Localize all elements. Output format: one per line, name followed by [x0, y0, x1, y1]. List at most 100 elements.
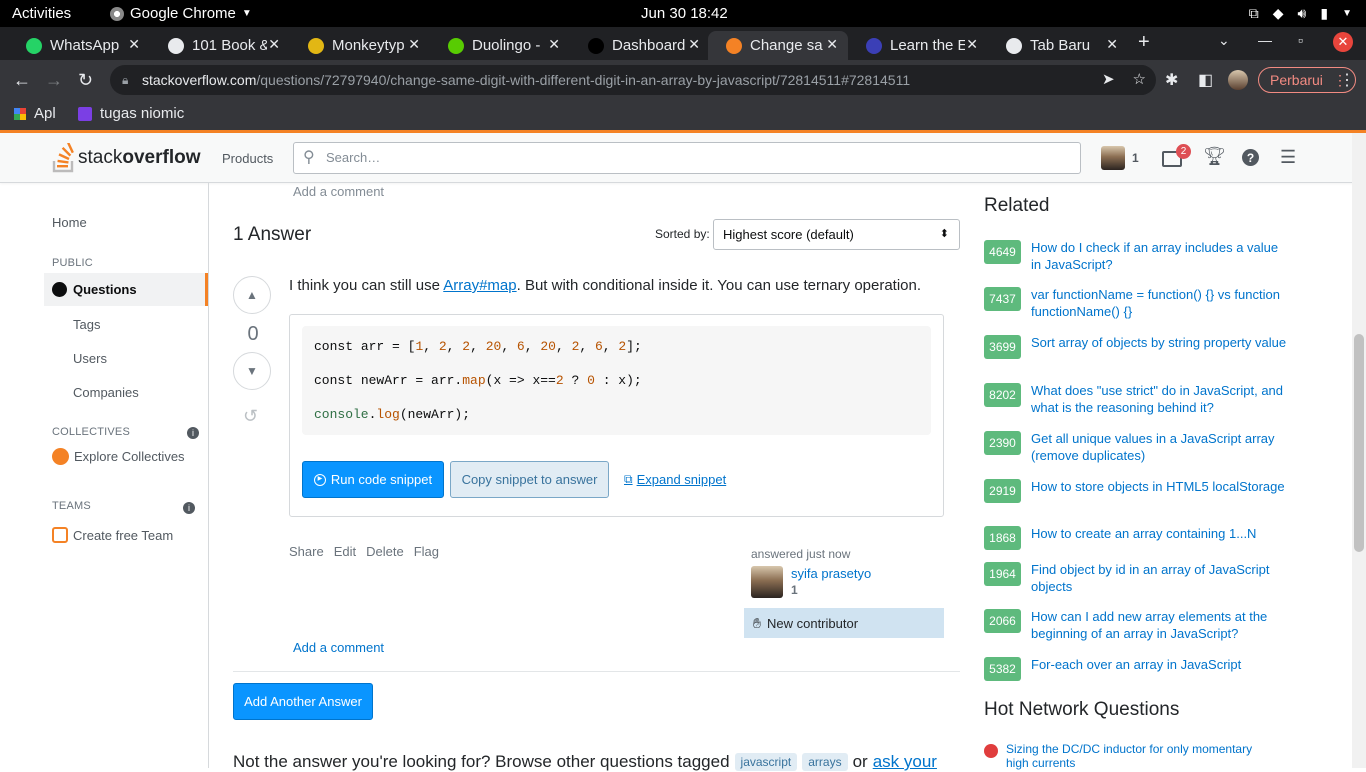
- tag-arrays[interactable]: arrays: [802, 753, 848, 771]
- new-tab-button[interactable]: +: [1138, 31, 1150, 54]
- close-tab-icon[interactable]: ✕: [408, 36, 420, 53]
- app-menu[interactable]: Google Chrome ▼: [110, 5, 252, 22]
- tab-8[interactable]: Tab Baru ✕: [988, 31, 1128, 60]
- address-bar[interactable]: 🔒︎ stackoverflow.com/questions/72797940/…: [110, 65, 1156, 95]
- ask-question-link[interactable]: ask your: [873, 752, 937, 772]
- side-panel-icon[interactable]: ◧: [1198, 70, 1213, 90]
- add-comment-link[interactable]: Add a comment: [293, 640, 384, 655]
- edit-link[interactable]: Edit: [334, 544, 356, 559]
- battery-icon: ▮: [1320, 5, 1329, 21]
- tab-1[interactable]: WhatsApp ✕: [8, 31, 150, 60]
- new-contributor-badge[interactable]: ✋︎ New contributor: [744, 608, 944, 638]
- profile-avatar[interactable]: [1228, 70, 1248, 90]
- minimize-button[interactable]: —: [1258, 32, 1272, 48]
- copy-snippet-label: Copy snippet to answer: [461, 472, 598, 487]
- info-icon[interactable]: i: [187, 427, 199, 439]
- nav-tags[interactable]: Tags: [73, 317, 100, 332]
- nav-explore-collectives[interactable]: Explore Collectives: [52, 448, 185, 465]
- array-map-link[interactable]: Array#map: [443, 277, 516, 294]
- achievements-icon[interactable]: 🏆︎: [1203, 146, 1226, 167]
- activities-button[interactable]: Activities: [12, 5, 71, 22]
- search-input[interactable]: ⚲ Search…: [293, 142, 1081, 174]
- duolingo-icon: [448, 37, 464, 54]
- delete-link[interactable]: Delete: [366, 544, 404, 559]
- nav-create-team[interactable]: Create free Team: [52, 527, 173, 543]
- update-button[interactable]: Perbarui ⋮: [1258, 67, 1356, 93]
- share-link[interactable]: Share: [289, 544, 324, 559]
- back-icon[interactable]: ←: [13, 70, 31, 91]
- related-question[interactable]: 3699 Sort array of objects by string prop…: [984, 335, 1304, 359]
- help-icon[interactable]: ?: [1242, 149, 1259, 166]
- answerer-name[interactable]: syifa prasetyo: [791, 566, 871, 581]
- collectives-icon: [52, 448, 69, 465]
- reload-icon[interactable]: ↻: [78, 70, 93, 91]
- code-block[interactable]: const arr = [1, 2, 2, 20, 6, 20, 2, 6, 2…: [302, 326, 931, 435]
- flag-link[interactable]: Flag: [414, 544, 439, 559]
- nav-companies[interactable]: Companies: [73, 385, 139, 400]
- tab-2[interactable]: 101 Book & ✕: [150, 31, 290, 60]
- so-logo[interactable]: stack overflow: [52, 143, 200, 173]
- profile-link[interactable]: 1: [1101, 146, 1139, 170]
- close-tab-icon[interactable]: ✕: [128, 36, 140, 53]
- related-question[interactable]: 2066 How can I add new array elements at …: [984, 609, 1304, 642]
- tab-search-icon[interactable]: ⌄: [1218, 32, 1230, 49]
- nav-questions[interactable]: Questions: [44, 273, 208, 306]
- close-tab-icon[interactable]: ✕: [548, 36, 560, 53]
- related-question[interactable]: 2919 How to store objects in HTML5 localS…: [984, 479, 1304, 503]
- code-line: const newArr = arr.map(x => x==2 ? 0 : x…: [314, 373, 642, 388]
- add-comment-link-top[interactable]: Add a comment: [293, 184, 384, 199]
- sort-select[interactable]: Highest score (default) ⬍: [713, 219, 960, 250]
- tab-5[interactable]: Dashboard ✕: [570, 31, 710, 60]
- tag-javascript[interactable]: javascript: [734, 753, 798, 771]
- related-question[interactable]: 2390 Get all unique values in a JavaScrip…: [984, 431, 1304, 464]
- bookmark-apps[interactable]: Apl: [14, 105, 56, 122]
- so-header: stack overflow Products ⚲ Search… 1 2 🏆︎ …: [0, 133, 1366, 183]
- tab-4[interactable]: Duolingo - ✕: [430, 31, 570, 60]
- play-icon: ▶: [313, 473, 326, 486]
- scrollbar-thumb[interactable]: [1354, 334, 1364, 552]
- close-tab-icon[interactable]: ✕: [966, 36, 978, 53]
- related-question[interactable]: 1964 Find object by id in an array of Jav…: [984, 562, 1304, 595]
- expand-snippet-link[interactable]: ⧉ Expand snippet: [624, 472, 726, 487]
- history-icon[interactable]: ↺: [243, 406, 258, 427]
- hot-question-item[interactable]: Sizing the DC/DC inductor for only momen…: [984, 742, 1256, 770]
- expand-snippet-label: Expand snippet: [636, 472, 727, 487]
- add-another-answer-button[interactable]: Add Another Answer: [233, 683, 373, 720]
- related-question[interactable]: 8202 What does "use strict" do in JavaScr…: [984, 383, 1304, 416]
- tab-6[interactable]: Change sa ✕: [708, 31, 848, 60]
- bookmark-tugas-niomic[interactable]: tugas niomic: [78, 105, 184, 122]
- products-link[interactable]: Products: [222, 151, 273, 166]
- maximize-button[interactable]: ▫: [1298, 32, 1303, 48]
- related-question[interactable]: 1868 How to create an array containing 1.…: [984, 526, 1304, 550]
- close-tab-icon[interactable]: ✕: [268, 36, 280, 53]
- info-icon[interactable]: i: [183, 502, 195, 514]
- answerer-avatar[interactable]: [751, 566, 783, 598]
- upvote-button[interactable]: ▲: [233, 276, 271, 314]
- close-window-button[interactable]: ✕: [1333, 32, 1353, 52]
- nav-home[interactable]: Home: [52, 215, 87, 230]
- clock[interactable]: Jun 30 18:42: [641, 5, 731, 22]
- related-question[interactable]: 7437 var functionName = function() {} vs …: [984, 287, 1304, 320]
- extensions-icon[interactable]: ✱: [1165, 70, 1178, 90]
- reputation-count: 1: [1132, 151, 1139, 165]
- address-path: /questions/72797940/change-same-digit-wi…: [256, 72, 911, 88]
- downvote-button[interactable]: ▼: [233, 352, 271, 390]
- bookmark-star-icon[interactable]: ☆: [1133, 65, 1146, 95]
- close-tab-icon[interactable]: ✕: [826, 36, 838, 53]
- tab-7[interactable]: Learn the E ✕: [848, 31, 988, 60]
- run-snippet-button[interactable]: ▶ Run code snippet: [302, 461, 444, 498]
- forward-icon[interactable]: →: [45, 70, 63, 91]
- send-icon[interactable]: ➤: [1102, 65, 1115, 95]
- inbox-button[interactable]: 2: [1162, 144, 1191, 170]
- copy-snippet-button[interactable]: Copy snippet to answer: [450, 461, 609, 498]
- related-question[interactable]: 5382 For-each over an array in JavaScript: [984, 657, 1304, 681]
- related-question[interactable]: 4649 How do I check if an array includes …: [984, 240, 1304, 273]
- tab-3[interactable]: Monkeytyp ✕: [290, 31, 430, 60]
- site-switcher-icon[interactable]: ☰: [1280, 147, 1296, 168]
- system-tray[interactable]: ⧉ ◆ 🔊︎ ▮ ▼: [1249, 5, 1352, 22]
- close-tab-icon[interactable]: ✕: [688, 36, 700, 53]
- nav-collectives-heading: COLLECTIVES: [52, 426, 131, 438]
- close-tab-icon[interactable]: ✕: [1106, 36, 1118, 53]
- inbox-badge: 2: [1176, 144, 1191, 159]
- nav-users[interactable]: Users: [73, 351, 107, 366]
